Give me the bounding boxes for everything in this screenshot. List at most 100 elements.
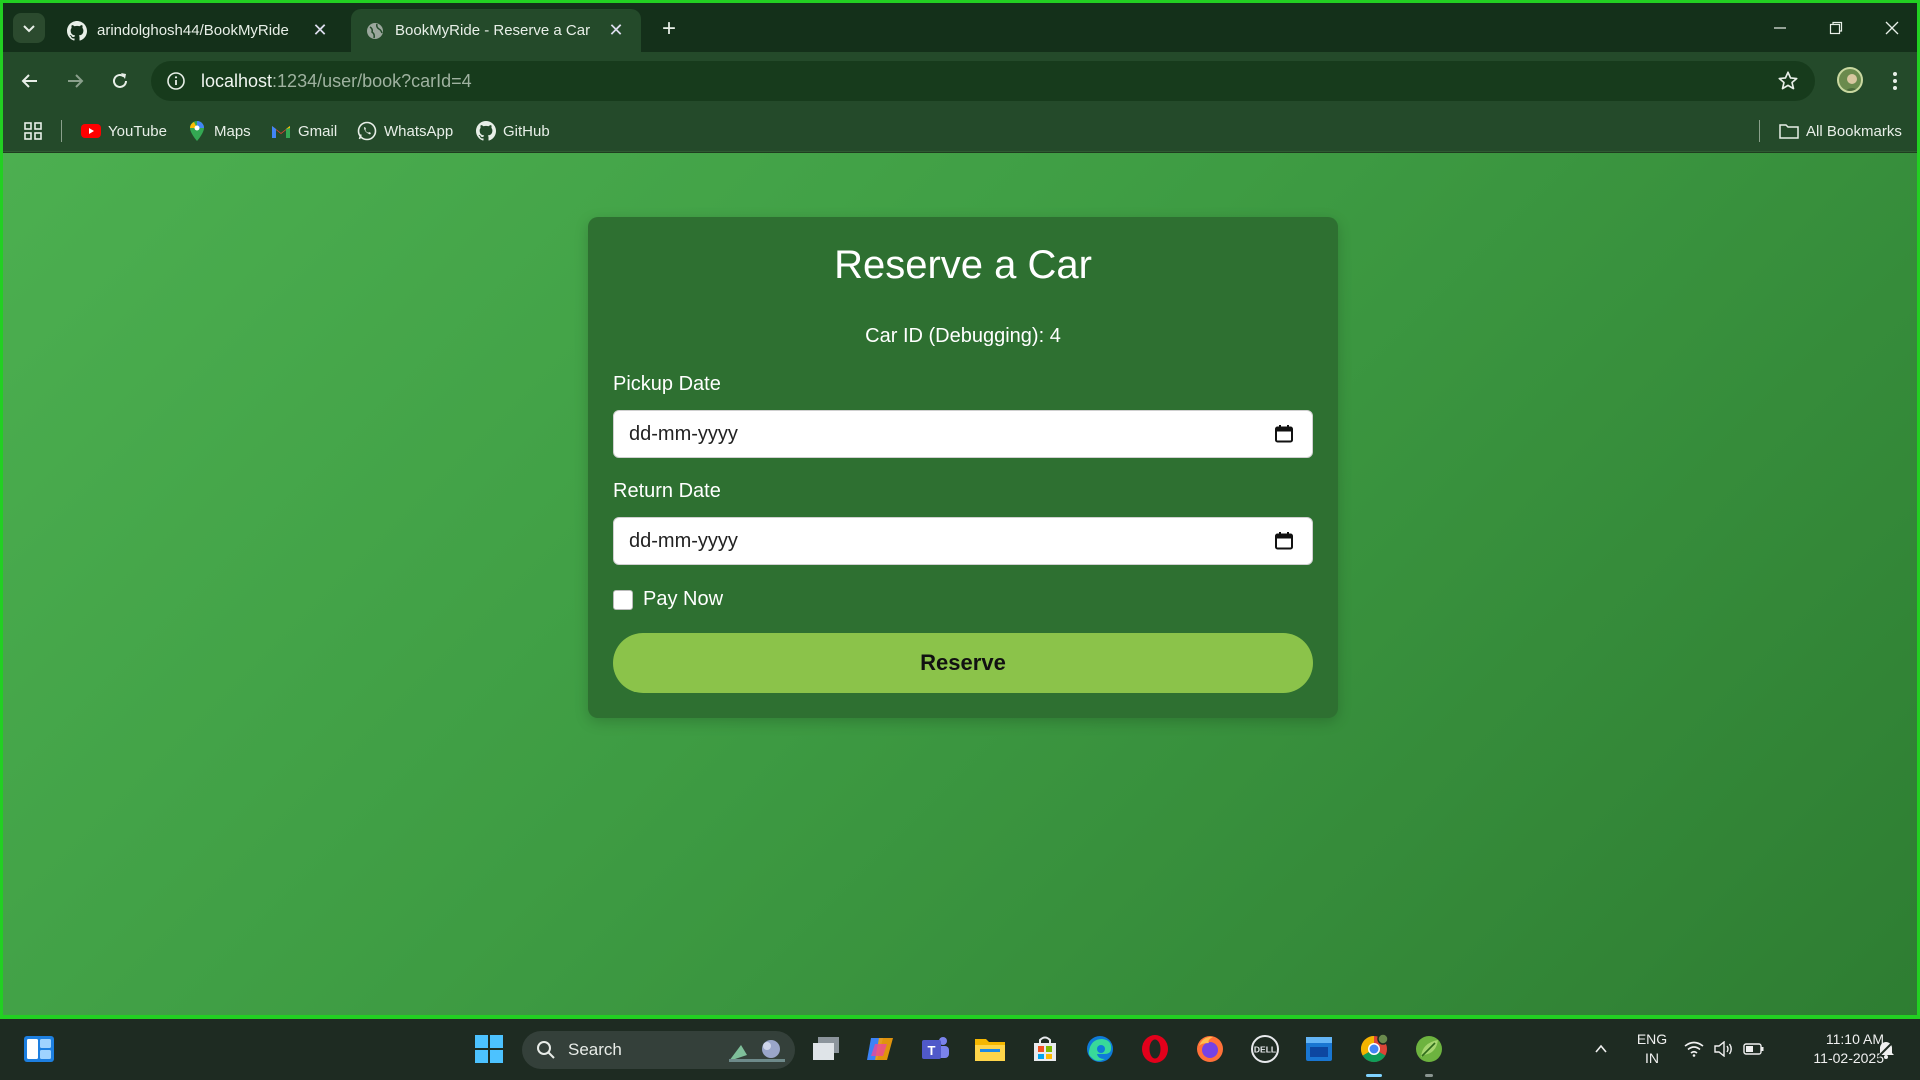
bookmarks-divider <box>61 120 62 142</box>
tab-title: BookMyRide - Reserve a Car <box>395 22 591 39</box>
search-highlight-icon <box>729 1040 785 1062</box>
region-text: IN <box>1645 1050 1659 1066</box>
pickup-date-input[interactable]: dd-mm-yyyy <box>613 410 1313 458</box>
teams-icon[interactable]: T <box>918 1032 952 1066</box>
github-icon <box>476 121 496 141</box>
volume-icon[interactable] <box>1712 1032 1736 1066</box>
chevron-up-icon[interactable] <box>1584 1032 1618 1066</box>
reload-button[interactable] <box>105 66 135 96</box>
reload-icon <box>113 73 127 88</box>
copilot-icon[interactable] <box>863 1032 897 1066</box>
opera-icon[interactable] <box>1138 1032 1172 1066</box>
microsoft-store-icon[interactable] <box>1028 1032 1062 1066</box>
close-tab-icon[interactable]: ✕ <box>605 20 627 42</box>
youtube-icon <box>81 121 101 141</box>
restore-icon[interactable] <box>1808 3 1864 52</box>
svg-text:DELL: DELL <box>1254 1045 1276 1055</box>
tab-search-button[interactable] <box>13 13 45 43</box>
forward-button[interactable] <box>60 66 90 96</box>
bookmark-label: YouTube <box>108 122 167 140</box>
app-window-icon[interactable] <box>1302 1032 1336 1066</box>
pay-now-label[interactable]: Pay Now <box>643 588 723 611</box>
pickup-date-label: Pickup Date <box>613 373 721 395</box>
gmail-icon <box>271 121 291 141</box>
page-title: Reserve a Car <box>834 243 1092 287</box>
bookmark-whatsapp[interactable]: WhatsApp <box>357 119 453 143</box>
github-icon <box>67 20 87 41</box>
bookmarks-bar: YouTube Maps Gmail WhatsApp GitHub All B… <box>3 110 1917 152</box>
calendar-icon[interactable] <box>1274 531 1294 551</box>
site-info-icon[interactable] <box>165 70 187 92</box>
apps-grid-icon[interactable] <box>23 121 43 141</box>
folder-icon <box>1779 121 1799 141</box>
search-label: Search <box>568 1040 622 1059</box>
language-text: ENG <box>1636 1031 1668 1047</box>
edge-icon[interactable] <box>1083 1032 1117 1066</box>
pickup-date-placeholder: dd-mm-yyyy <box>629 422 738 445</box>
maps-icon <box>187 121 207 141</box>
firefox-icon[interactable] <box>1193 1032 1227 1066</box>
system-clock[interactable]: 11:10 AM 11-02-2025 <box>1780 1030 1884 1068</box>
taskbar-search[interactable]: Search <box>522 1031 795 1069</box>
task-view-icon[interactable] <box>809 1032 843 1066</box>
clock-date: 11-02-2025 <box>1813 1050 1884 1066</box>
running-indicator <box>1425 1074 1433 1077</box>
pay-now-checkbox[interactable] <box>613 589 633 610</box>
url-text: localhost:1234/user/book?carId=4 <box>201 70 472 91</box>
back-button[interactable] <box>15 66 45 96</box>
chevron-down-icon <box>23 25 35 33</box>
tab-github[interactable]: arindolghosh44/BookMyRide ✕ <box>53 9 345 52</box>
bookmark-label: Maps <box>214 122 251 140</box>
spring-tools-icon[interactable] <box>1412 1032 1446 1066</box>
clock-time: 11:10 AM <box>1825 1031 1884 1047</box>
tab-reserve-car[interactable]: BookMyRide - Reserve a Car ✕ <box>351 9 641 52</box>
reserve-button[interactable]: Reserve <box>613 633 1313 693</box>
new-tab-button[interactable]: + <box>654 14 684 44</box>
file-explorer-icon[interactable] <box>973 1032 1007 1066</box>
notification-bell-icon[interactable] <box>1874 1032 1898 1066</box>
dell-icon[interactable]: DELL <box>1248 1032 1282 1066</box>
bookmark-youtube[interactable]: YouTube <box>81 119 167 143</box>
bookmark-label: WhatsApp <box>384 122 454 140</box>
close-tab-icon[interactable]: ✕ <box>309 20 331 42</box>
chrome-icon[interactable] <box>1357 1032 1391 1066</box>
language-indicator[interactable]: ENG IN <box>1632 1030 1672 1068</box>
browser-window: arindolghosh44/BookMyRide ✕ BookMyRide -… <box>0 0 1920 1019</box>
browser-menu-icon[interactable] <box>1885 66 1905 96</box>
globe-icon <box>365 21 385 41</box>
profile-avatar[interactable] <box>1837 67 1863 93</box>
car-id-text: Car ID (Debugging): 4 <box>865 325 1061 347</box>
arrow-left-icon <box>21 74 37 88</box>
all-bookmarks-button[interactable]: All Bookmarks <box>1779 119 1902 143</box>
widgets-icon[interactable] <box>22 1032 56 1066</box>
bookmark-label: GitHub <box>503 122 550 140</box>
start-icon[interactable] <box>472 1032 506 1066</box>
bookmarks-divider <box>1759 120 1760 142</box>
bookmark-maps[interactable]: Maps <box>187 119 251 143</box>
all-bookmarks-label: All Bookmarks <box>1806 122 1902 140</box>
pay-now-row: Pay Now <box>613 588 723 611</box>
reservation-card: Reserve a Car Car ID (Debugging): 4 Pick… <box>588 217 1338 718</box>
close-window-icon[interactable] <box>1864 3 1917 52</box>
bookmark-star-icon[interactable] <box>1777 70 1799 92</box>
whatsapp-icon <box>357 121 377 141</box>
bookmark-gmail[interactable]: Gmail <box>271 119 337 143</box>
bookmark-label: Gmail <box>298 122 338 140</box>
tab-title: arindolghosh44/BookMyRide <box>97 22 289 39</box>
return-date-placeholder: dd-mm-yyyy <box>629 529 738 552</box>
wifi-icon[interactable] <box>1682 1032 1706 1066</box>
taskbar: Search T DELL ENG IN 11:10 AM 11-02-2025 <box>0 1019 1920 1080</box>
tab-bar: arindolghosh44/BookMyRide ✕ BookMyRide -… <box>3 3 1917 52</box>
bookmark-github[interactable]: GitHub <box>476 119 550 143</box>
chrome-active-indicator <box>1366 1074 1382 1077</box>
search-icon <box>537 1041 555 1059</box>
page-viewport: Reserve a Car Car ID (Debugging): 4 Pick… <box>3 153 1917 1015</box>
svg-text:T: T <box>928 1043 936 1058</box>
browser-toolbar: localhost:1234/user/book?carId=4 <box>3 52 1917 110</box>
minimize-icon[interactable] <box>1752 3 1808 52</box>
arrow-right-icon <box>68 74 84 88</box>
return-date-input[interactable]: dd-mm-yyyy <box>613 517 1313 565</box>
battery-icon[interactable] <box>1742 1032 1766 1066</box>
address-bar[interactable]: localhost:1234/user/book?carId=4 <box>151 61 1815 101</box>
calendar-icon[interactable] <box>1274 424 1294 444</box>
